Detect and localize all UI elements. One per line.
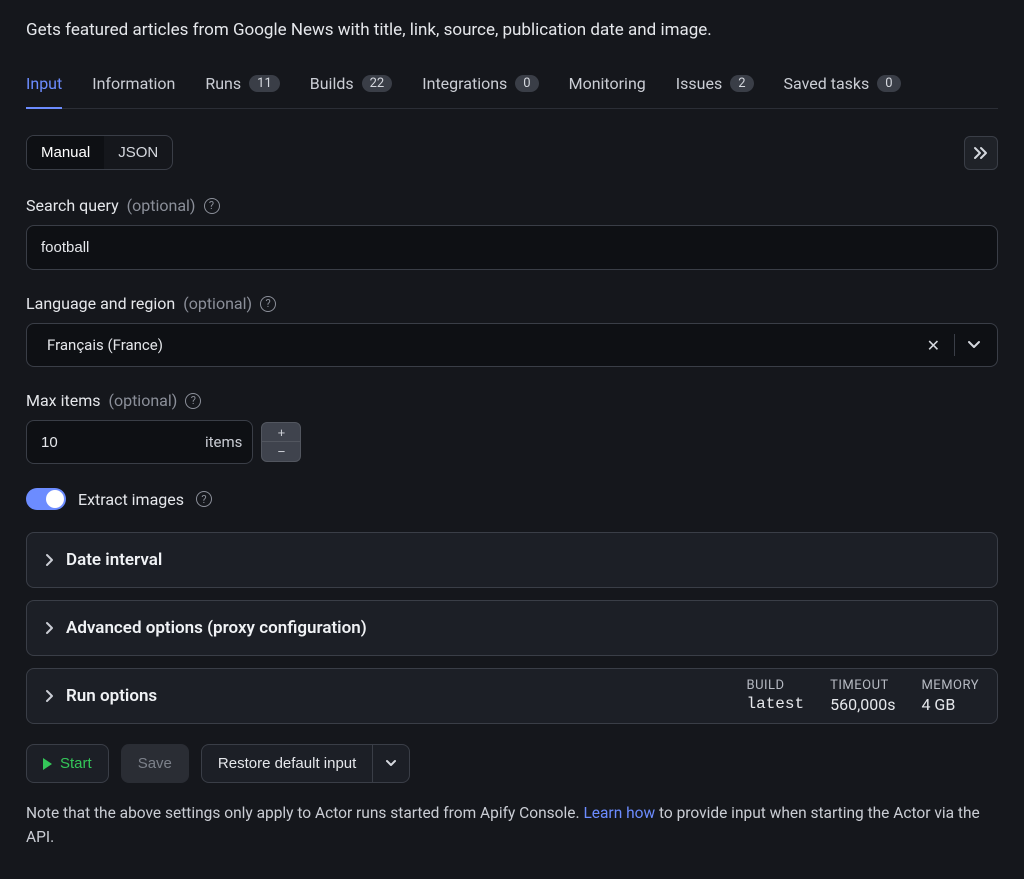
stat-value: 560,000s xyxy=(830,695,895,714)
tab-issues[interactable]: Issues 2 xyxy=(676,64,754,109)
footnote-pre: Note that the above settings only apply … xyxy=(26,804,583,822)
field-label-text: Search query xyxy=(26,196,119,215)
restore-default-button[interactable]: Restore default input xyxy=(201,744,372,783)
max-items-label: Max items (optional) ? xyxy=(26,391,998,410)
language-region-label: Language and region (optional) ? xyxy=(26,294,998,313)
extract-images-row: Extract images ? xyxy=(26,488,998,510)
stat-label: BUILD xyxy=(746,678,804,693)
search-query-label: Search query (optional) ? xyxy=(26,196,998,215)
accordion-date-interval[interactable]: Date interval xyxy=(26,532,998,588)
accordion-run-options[interactable]: Run options BUILD latest TIMEOUT 560,000… xyxy=(26,668,998,724)
run-stats: BUILD latest TIMEOUT 560,000s MEMORY 4 G… xyxy=(746,678,979,714)
chevron-down-icon[interactable] xyxy=(961,340,987,350)
field-label-optional: (optional) xyxy=(127,196,196,215)
field-label-optional: (optional) xyxy=(183,294,252,313)
max-items-input[interactable] xyxy=(41,434,201,451)
max-items-unit: items xyxy=(201,433,252,451)
field-label-text: Language and region xyxy=(26,294,175,313)
stat-label: MEMORY xyxy=(921,678,979,693)
tab-label: Monitoring xyxy=(569,74,646,93)
tab-badge: 0 xyxy=(877,75,900,92)
minus-icon: − xyxy=(278,445,286,458)
restore-label: Restore default input xyxy=(218,755,356,772)
divider xyxy=(954,334,955,356)
accordion-title: Date interval xyxy=(66,550,979,570)
expand-panel-button[interactable] xyxy=(964,136,998,170)
select-value: Français (France) xyxy=(47,336,917,354)
restore-dropdown-button[interactable] xyxy=(372,744,410,783)
footnote: Note that the above settings only apply … xyxy=(26,801,998,849)
extract-images-toggle[interactable] xyxy=(26,488,66,510)
tab-label: Runs xyxy=(205,74,241,93)
increment-button[interactable]: + xyxy=(261,422,301,442)
stat-value: latest xyxy=(746,695,804,713)
max-items-box: items xyxy=(26,420,253,464)
tab-integrations[interactable]: Integrations 0 xyxy=(422,64,538,109)
learn-how-link[interactable]: Learn how xyxy=(583,804,655,822)
mode-json-button[interactable]: JSON xyxy=(104,136,172,169)
tab-monitoring[interactable]: Monitoring xyxy=(569,64,646,109)
extract-images-label: Extract images xyxy=(78,490,184,509)
tab-information[interactable]: Information xyxy=(92,64,175,109)
field-label-text: Max items xyxy=(26,391,100,410)
tab-badge: 0 xyxy=(515,75,538,92)
tab-builds[interactable]: Builds 22 xyxy=(310,64,392,109)
action-row: Start Save Restore default input xyxy=(26,744,998,783)
tab-badge: 2 xyxy=(730,75,753,92)
page-description: Gets featured articles from Google News … xyxy=(26,20,998,40)
stat-memory: MEMORY 4 GB xyxy=(921,678,979,714)
chevron-double-right-icon xyxy=(973,146,989,160)
help-icon[interactable]: ? xyxy=(260,296,276,312)
tab-label: Integrations xyxy=(422,74,507,93)
tab-badge: 11 xyxy=(249,75,280,92)
tab-saved-tasks[interactable]: Saved tasks 0 xyxy=(784,64,901,109)
stat-label: TIMEOUT xyxy=(830,678,895,693)
accordion-title: Run options xyxy=(66,686,746,706)
field-label-optional: (optional) xyxy=(108,391,177,410)
mode-manual-button[interactable]: Manual xyxy=(27,136,104,169)
language-region-select[interactable]: Français (France) ✕ xyxy=(26,323,998,367)
quantity-stepper: + − xyxy=(261,422,301,462)
help-icon[interactable]: ? xyxy=(196,491,212,507)
help-icon[interactable]: ? xyxy=(185,393,201,409)
save-label: Save xyxy=(138,755,172,772)
tab-label: Issues xyxy=(676,74,722,93)
toggle-knob xyxy=(46,490,64,508)
mode-toggle: Manual JSON xyxy=(26,135,173,170)
mode-row: Manual JSON xyxy=(26,135,998,170)
search-query-input[interactable] xyxy=(26,225,998,270)
chevron-right-icon xyxy=(45,689,54,703)
tab-bar: Input Information Runs 11 Builds 22 Integr… xyxy=(26,64,998,109)
tab-label: Builds xyxy=(310,74,354,93)
max-items-row: items + − xyxy=(26,420,998,464)
chevron-down-icon xyxy=(385,759,397,768)
accordion-title: Advanced options (proxy configuration) xyxy=(66,618,979,638)
chevron-right-icon xyxy=(45,621,54,635)
tab-input[interactable]: Input xyxy=(26,64,62,109)
save-button: Save xyxy=(121,744,189,783)
tab-runs[interactable]: Runs 11 xyxy=(205,64,279,109)
stat-timeout: TIMEOUT 560,000s xyxy=(830,678,895,714)
stat-value: 4 GB xyxy=(921,695,979,714)
decrement-button[interactable]: − xyxy=(261,442,301,462)
restore-button-group: Restore default input xyxy=(201,744,410,783)
clear-icon[interactable]: ✕ xyxy=(917,336,950,355)
tab-badge: 22 xyxy=(362,75,393,92)
start-label: Start xyxy=(60,755,92,772)
start-button[interactable]: Start xyxy=(26,744,109,783)
tab-label: Information xyxy=(92,74,175,93)
tab-label: Saved tasks xyxy=(784,74,870,93)
accordion-advanced-options[interactable]: Advanced options (proxy configuration) xyxy=(26,600,998,656)
stat-build: BUILD latest xyxy=(746,678,804,713)
chevron-right-icon xyxy=(45,553,54,567)
tab-label: Input xyxy=(26,74,62,93)
plus-icon: + xyxy=(278,426,286,439)
play-icon xyxy=(43,758,52,770)
help-icon[interactable]: ? xyxy=(204,198,220,214)
